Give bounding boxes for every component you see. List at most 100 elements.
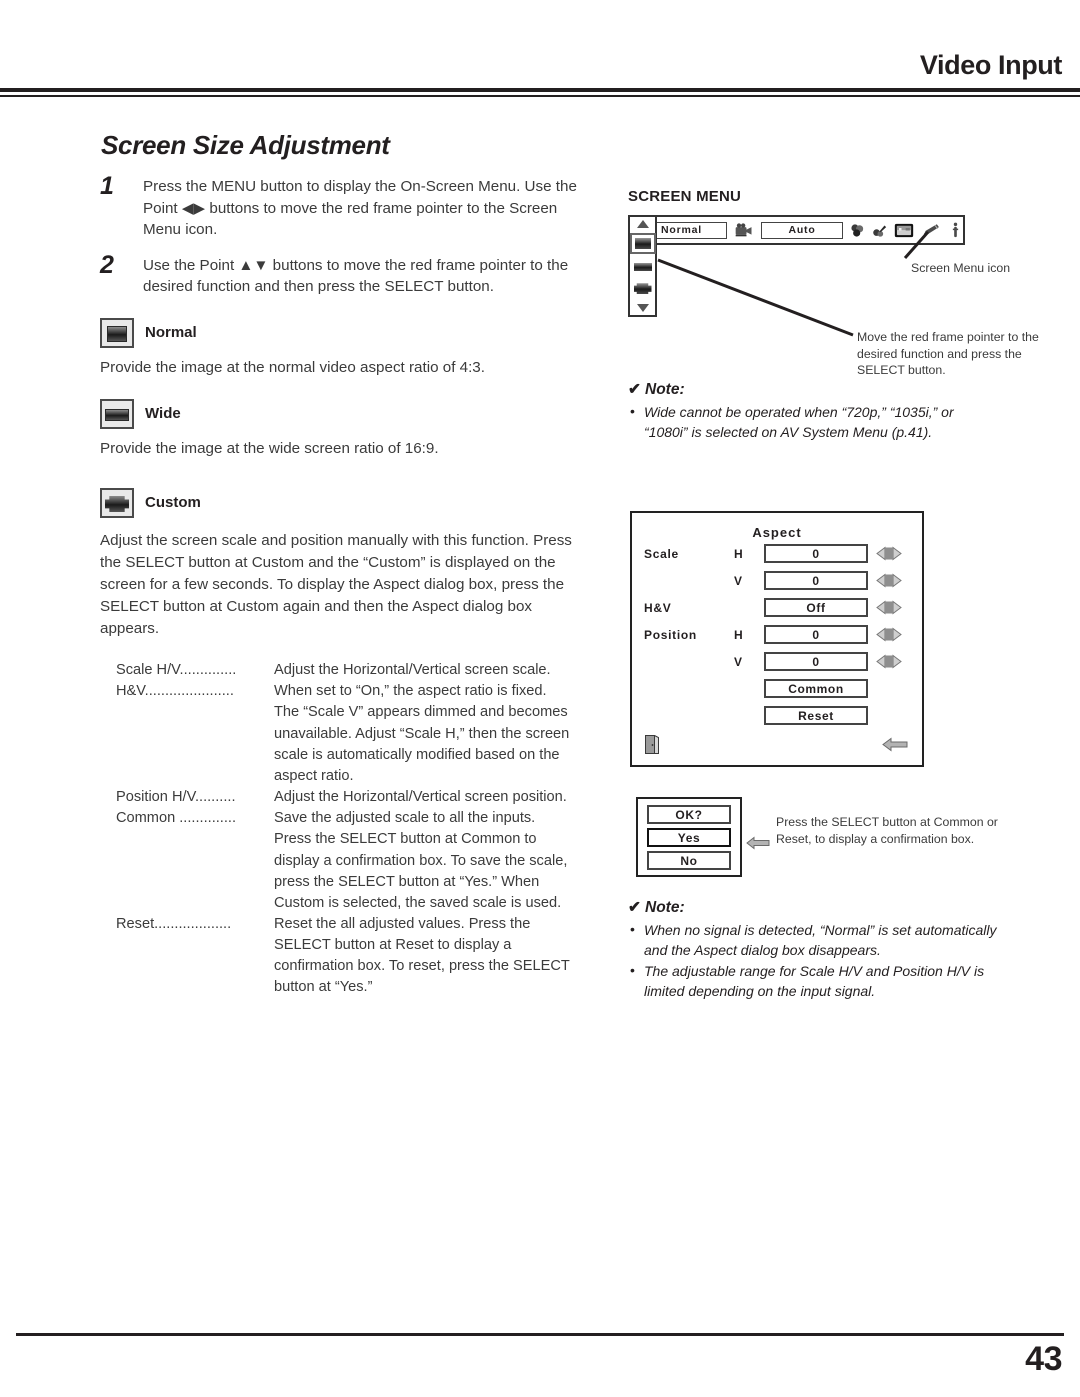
left-right-adjust-icon[interactable]	[876, 627, 902, 642]
mode-custom-label: Custom	[145, 494, 201, 512]
screen-custom-icon[interactable]	[633, 281, 653, 296]
mode-wide-header: Wide	[100, 398, 590, 429]
check-icon: ✔	[628, 381, 641, 398]
aspect-sublabel: V	[734, 654, 743, 669]
back-arrow-icon[interactable]	[882, 737, 908, 752]
left-right-adjust-icon[interactable]	[876, 546, 902, 561]
callout-screen-menu-icon: Screen Menu icon	[911, 261, 1011, 275]
note-top-heading-text: Note:	[645, 381, 685, 398]
definition-row: SELECT button at Reset to display a	[116, 935, 590, 956]
pencil-icon[interactable]	[921, 222, 941, 239]
definition-description: press the SELECT button at “Yes.” When	[274, 873, 540, 890]
note-item: When no signal is detected, “Normal” is …	[628, 920, 998, 961]
header-rule-thick	[0, 88, 1080, 92]
note-bottom: ✔Note: When no signal is detected, “Norm…	[628, 898, 998, 1003]
definition-description: display a confirmation box. To save the …	[274, 852, 568, 869]
definition-row: The “Scale V” appears dimmed and becomes	[116, 702, 590, 723]
definition-description: button at “Yes.”	[274, 979, 373, 996]
aspect-label: H&V	[644, 600, 672, 615]
left-content-column: 1 Press the MENU button to display the O…	[100, 172, 590, 999]
screen-wide-icon[interactable]	[633, 259, 653, 274]
color-adjust-icon[interactable]	[850, 222, 865, 239]
aspect-dialog: Aspect Scale H 0 V 0 H&V Off Position H …	[630, 511, 924, 767]
left-right-adjust-icon[interactable]	[876, 654, 902, 669]
right-illustration-column: SCREEN MENU Normal Auto Screen Menu icon…	[628, 188, 1039, 377]
definition-row: Position H/V.......... Adjust the Horizo…	[116, 787, 590, 808]
definition-description: aspect ratio.	[274, 767, 354, 784]
note-item: Wide cannot be operated when “720p,” “10…	[628, 402, 998, 443]
definition-description: Save the adjusted scale to all the input…	[274, 810, 536, 827]
screen-size-icon[interactable]	[894, 222, 914, 239]
mode-normal: Normal Provide the image at the normal v…	[100, 317, 590, 379]
left-right-adjust-icon[interactable]	[876, 600, 902, 615]
screen-normal-icon[interactable]	[629, 232, 656, 254]
video-camera-icon[interactable]	[734, 222, 754, 239]
confirm-dialog-caption: Press the SELECT button at Common or Res…	[776, 815, 998, 846]
definition-row: aspect ratio.	[116, 766, 590, 787]
aspect-value-scale-v[interactable]: 0	[764, 571, 868, 590]
osd-sidebar	[628, 217, 657, 317]
page-title: Video Input	[919, 50, 1063, 80]
aspect-sublabel: V	[734, 573, 743, 588]
confirm-title: OK?	[647, 805, 731, 824]
definition-term: Scale H/V..............	[116, 662, 237, 679]
section-title: Screen Size Adjustment	[101, 130, 390, 160]
definition-term: Position H/V..........	[116, 789, 236, 806]
mode-custom-header: Custom	[100, 487, 590, 518]
left-right-adjust-icon[interactable]	[876, 573, 902, 588]
definition-row: Reset................... Reset the all a…	[116, 914, 590, 935]
confirm-no-button[interactable]: No	[647, 851, 731, 870]
aspect-value-position-v[interactable]: 0	[764, 652, 868, 671]
mode-custom: Custom Adjust the screen scale and posit…	[100, 487, 590, 640]
definition-description: When set to “On,” the aspect ratio is fi…	[274, 683, 547, 700]
definition-row: scale is automatically modified based on…	[116, 745, 590, 766]
exit-door-icon[interactable]	[645, 735, 659, 754]
setting-icon[interactable]	[948, 222, 963, 239]
definition-description: Press the SELECT button at Common to	[274, 831, 537, 848]
definition-description: The “Scale V” appears dimmed and becomes	[274, 704, 568, 721]
note-top: ✔Note: Wide cannot be operated when “720…	[628, 380, 998, 444]
custom-body-text: Adjust the screen scale and position man…	[100, 531, 572, 638]
definition-description: Adjust the Horizontal/Vertical screen po…	[274, 789, 567, 806]
step-number: 1	[100, 172, 114, 200]
aspect-value-scale-h[interactable]: 0	[764, 544, 868, 563]
definition-row: Custom is selected, the saved scale is u…	[116, 893, 590, 914]
aspect-row-reset: Reset	[632, 702, 922, 729]
definition-row: display a confirmation box. To save the …	[116, 851, 590, 872]
aspect-row-position-v: V 0	[632, 648, 922, 675]
note-bottom-heading: ✔ Note:	[628, 898, 998, 917]
screen-menu-title: SCREEN MENU	[628, 188, 742, 205]
definition-row: Press the SELECT button at Common to	[116, 829, 590, 850]
note-item: The adjustable range for Scale H/V and P…	[628, 961, 998, 1002]
image-adjust-icon[interactable]	[872, 222, 887, 239]
aspect-button-reset[interactable]: Reset	[764, 706, 868, 725]
definition-row: confirmation box. To reset, press the SE…	[116, 956, 590, 977]
screen-custom-icon	[100, 487, 134, 518]
check-icon: ✔	[628, 899, 641, 916]
aspect-sublabel: H	[734, 627, 743, 642]
confirm-yes-button[interactable]: Yes	[647, 828, 731, 847]
page-number: 43	[1025, 1340, 1062, 1378]
definition-term: H&V......................	[116, 683, 234, 700]
mode-wide-label: Wide	[145, 405, 181, 423]
definition-row: H&V...................... When set to “O…	[116, 681, 590, 702]
aspect-value-hv[interactable]: Off	[764, 598, 868, 617]
aspect-button-common[interactable]: Common	[764, 679, 868, 698]
aspect-label: Position	[644, 627, 697, 642]
aspect-row-scale-h: Scale H 0	[632, 540, 922, 567]
definition-term: Reset...................	[116, 915, 232, 932]
aspect-value-position-h[interactable]: 0	[764, 625, 868, 644]
note-top-heading: ✔ Note:	[628, 380, 998, 399]
definition-description: SELECT button at Reset to display a	[274, 937, 512, 954]
screen-wide-icon	[100, 398, 134, 429]
definition-term: Common ..............	[116, 810, 237, 827]
footer-rule	[16, 1333, 1064, 1336]
step-text: Use the Point ▲▼ buttons to move the red…	[143, 256, 569, 296]
scroll-up-arrow[interactable]	[636, 220, 649, 228]
osd-value-auto[interactable]: Auto	[760, 221, 843, 239]
scroll-down-arrow[interactable]	[636, 304, 649, 312]
definition-row: button at “Yes.”	[116, 977, 590, 998]
header-rule-thin	[0, 95, 1080, 97]
definition-row: press the SELECT button at “Yes.” When	[116, 872, 590, 893]
aspect-dialog-title: Aspect	[752, 525, 802, 540]
